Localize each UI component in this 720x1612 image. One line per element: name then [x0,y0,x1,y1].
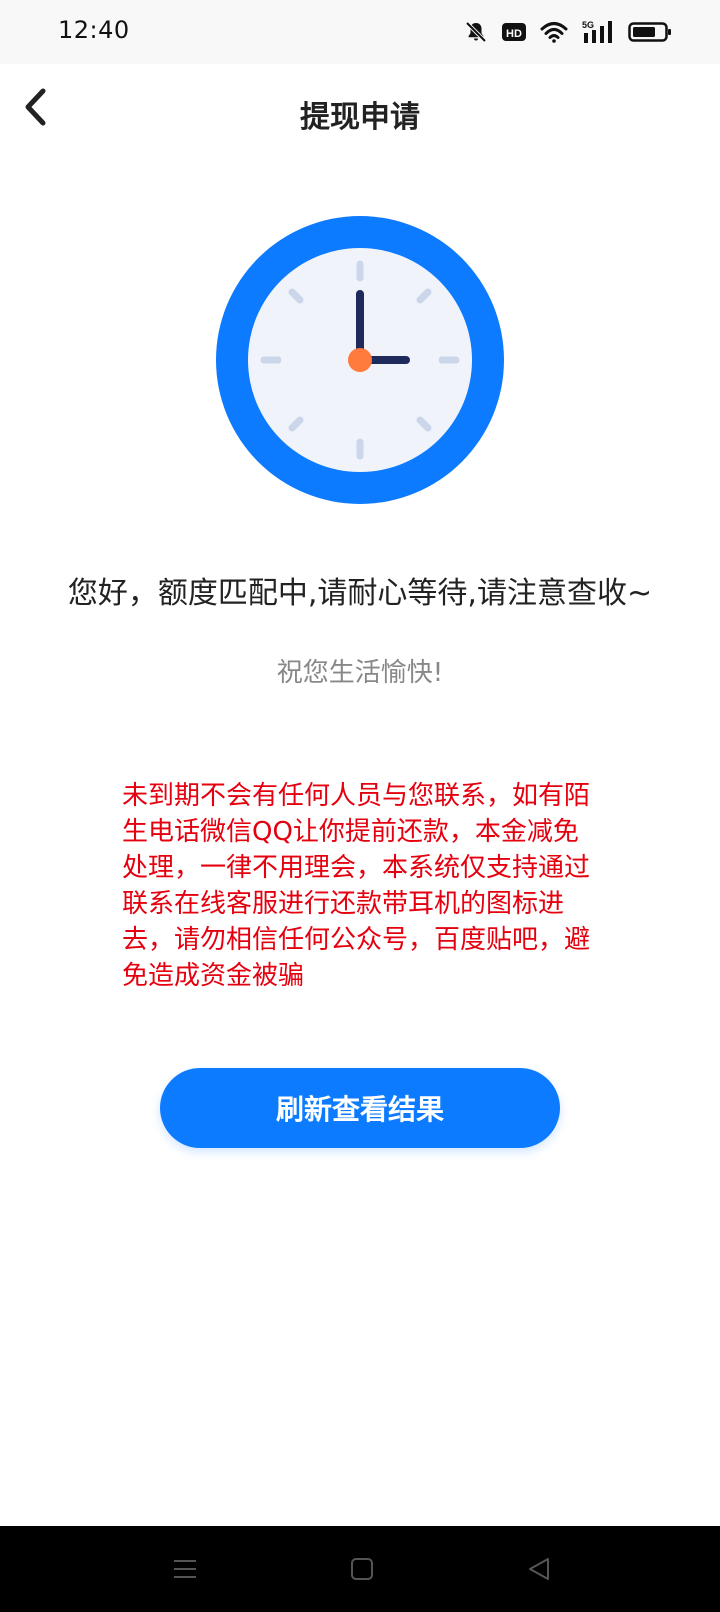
status-time: 12:40 [58,16,130,44]
nav-bar: 提现申请 [0,64,720,156]
refresh-button[interactable]: 刷新查看结果 [160,1068,560,1148]
greeting-message: 祝您生活愉快! [276,658,444,688]
back-triangle-icon[interactable] [524,1554,554,1584]
fraud-warning: 未到期不会有任何人员与您联系，如有陌生电话微信QQ让你提前还款，本金减免处理，一… [122,781,591,991]
status-bar: 12:40 HD 5G [0,0,720,64]
svg-text:HD: HD [506,28,522,40]
status-message: 您好，额度匹配中,请耐心等待,请注意查收~ [67,576,653,611]
page-title: 提现申请 [300,100,420,135]
clock-icon [216,216,504,504]
battery-icon [628,21,672,43]
bell-muted-icon [464,20,488,44]
5g-signal-icon: 5G [582,19,614,45]
svg-text:5G: 5G [582,20,594,30]
wifi-icon [540,21,568,43]
menu-icon[interactable] [170,1554,200,1584]
home-icon[interactable] [347,1554,377,1584]
hd-icon: HD [502,22,526,42]
system-nav-bar [0,1526,720,1612]
status-icons: HD 5G [464,18,672,46]
